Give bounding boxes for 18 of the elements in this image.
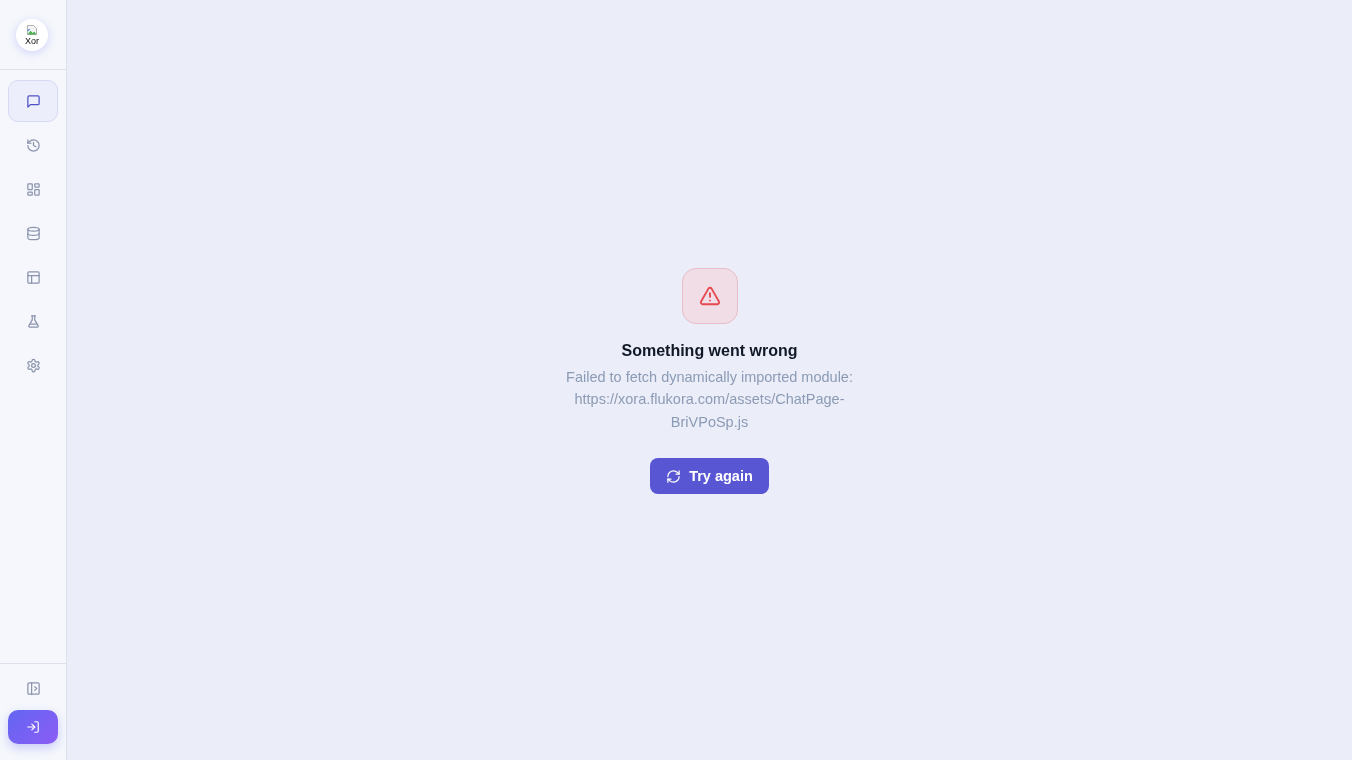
refresh-icon [666,468,682,484]
database-icon [25,225,41,241]
try-again-button[interactable]: Try again [650,458,769,495]
settings-icon [25,357,41,373]
login-icon [26,720,40,734]
chat-bubble-icon [25,93,41,109]
broken-image-icon [26,23,38,36]
sidebar-item[interactable] [8,80,58,122]
flask-icon [25,313,41,329]
grid-icon [25,181,41,197]
login-button[interactable] [8,710,58,744]
error-message: Failed to fetch dynamically imported module: https://xora.flukora.com/assets/ChatPage-BriVPoSp.js [565,367,854,432]
history-icon [25,137,41,153]
layout-icon [25,269,41,285]
warning-icon [681,267,738,324]
panel-icon [25,680,41,696]
logo-alt-text: Xor [25,35,39,46]
error-title: Something went wrong [621,341,798,360]
